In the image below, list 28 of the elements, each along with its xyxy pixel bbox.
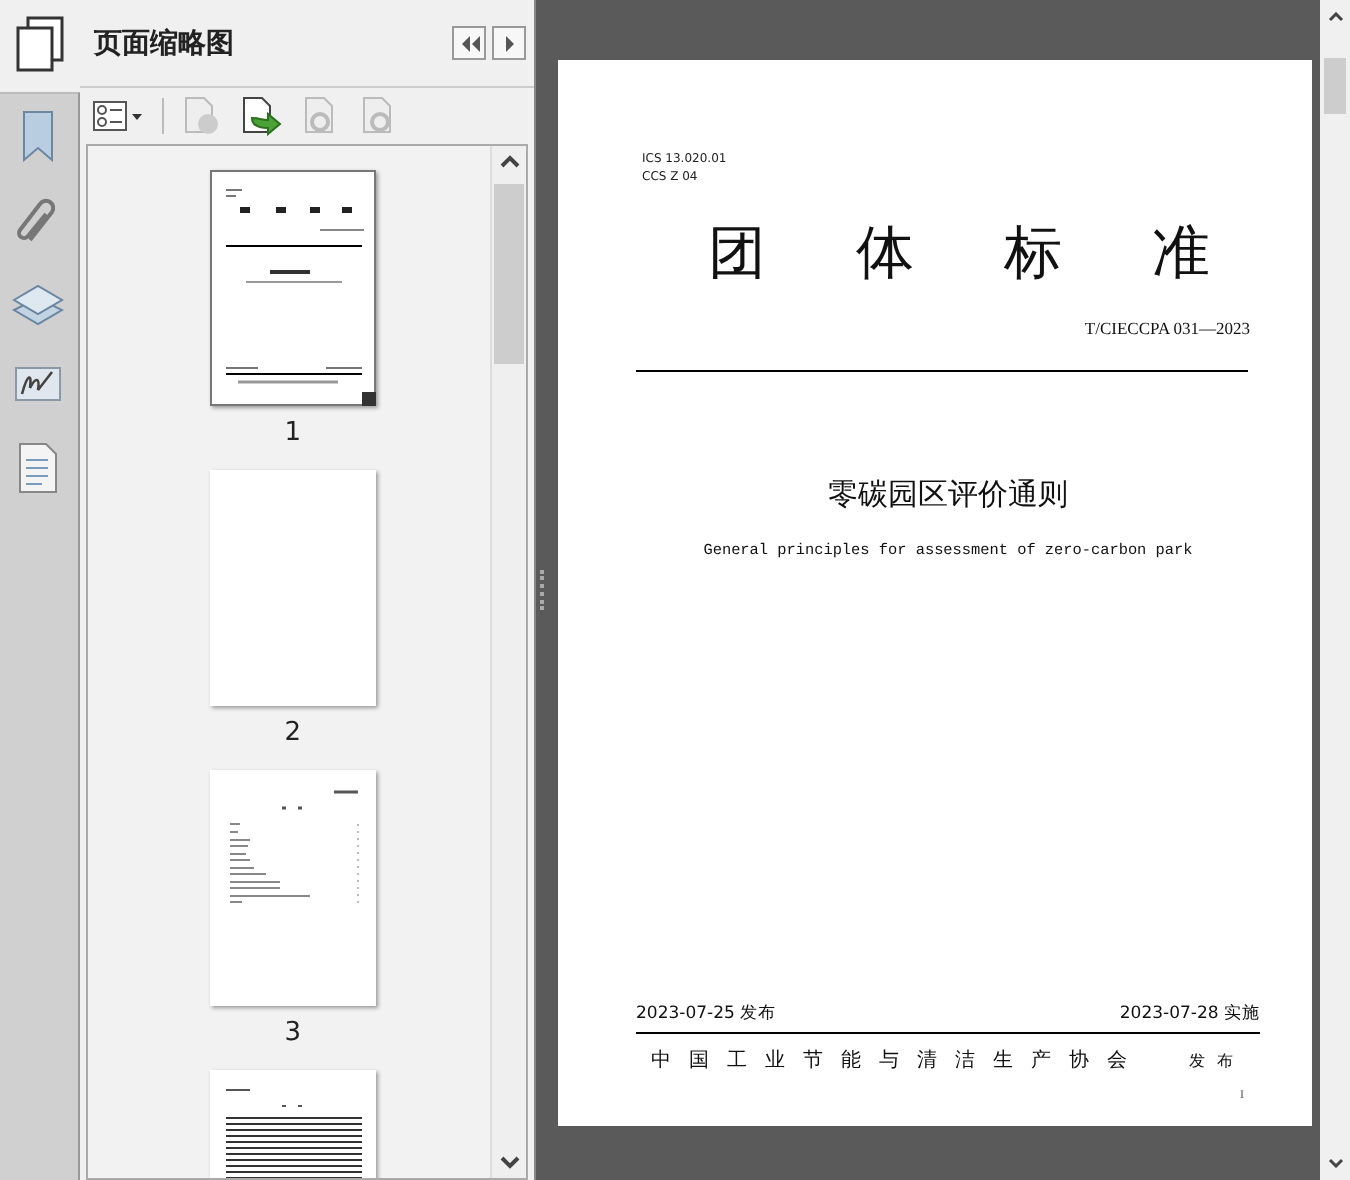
page-thumbnail[interactable] (209, 770, 376, 1006)
document-title: 零碳园区评价通则 (828, 476, 1068, 514)
expand-button[interactable] (492, 26, 527, 60)
page-number: 2 (284, 718, 302, 748)
publish-label: 发布 (1189, 1049, 1245, 1071)
page-thumbnail[interactable] (209, 470, 376, 706)
scrollbar-thumb[interactable] (1324, 58, 1346, 114)
double-left-arrow-icon (459, 35, 480, 51)
organization-name: 中国工业节能与清洁生产协会 (651, 1047, 1145, 1074)
layers-icon[interactable] (12, 282, 65, 330)
scroll-up-icon[interactable] (1327, 12, 1343, 22)
pages-icon[interactable] (13, 16, 66, 72)
scrollbar-thumb[interactable] (494, 184, 525, 364)
page-number: 3 (284, 1018, 302, 1048)
collapse-button[interactable] (452, 26, 487, 60)
effective-date: 2023-07-28 实施 (1119, 1002, 1260, 1026)
panel-title: 页面缩略图 (93, 25, 234, 61)
page-thumbnail[interactable] (209, 170, 376, 406)
issue-date: 2023-07-25 发布 (636, 1002, 777, 1026)
scroll-up-icon[interactable] (499, 154, 520, 168)
document-icon[interactable] (18, 442, 59, 494)
options-icon[interactable] (91, 100, 144, 132)
insert-page-icon[interactable] (239, 96, 284, 136)
page-number: 1 (284, 418, 302, 448)
scroll-down-icon[interactable] (1327, 1158, 1343, 1168)
document-heading: 团体标准 (708, 216, 1260, 290)
standard-code: T/CIECCPA 031—2023 (1084, 318, 1250, 338)
scroll-down-icon[interactable] (499, 1156, 520, 1170)
